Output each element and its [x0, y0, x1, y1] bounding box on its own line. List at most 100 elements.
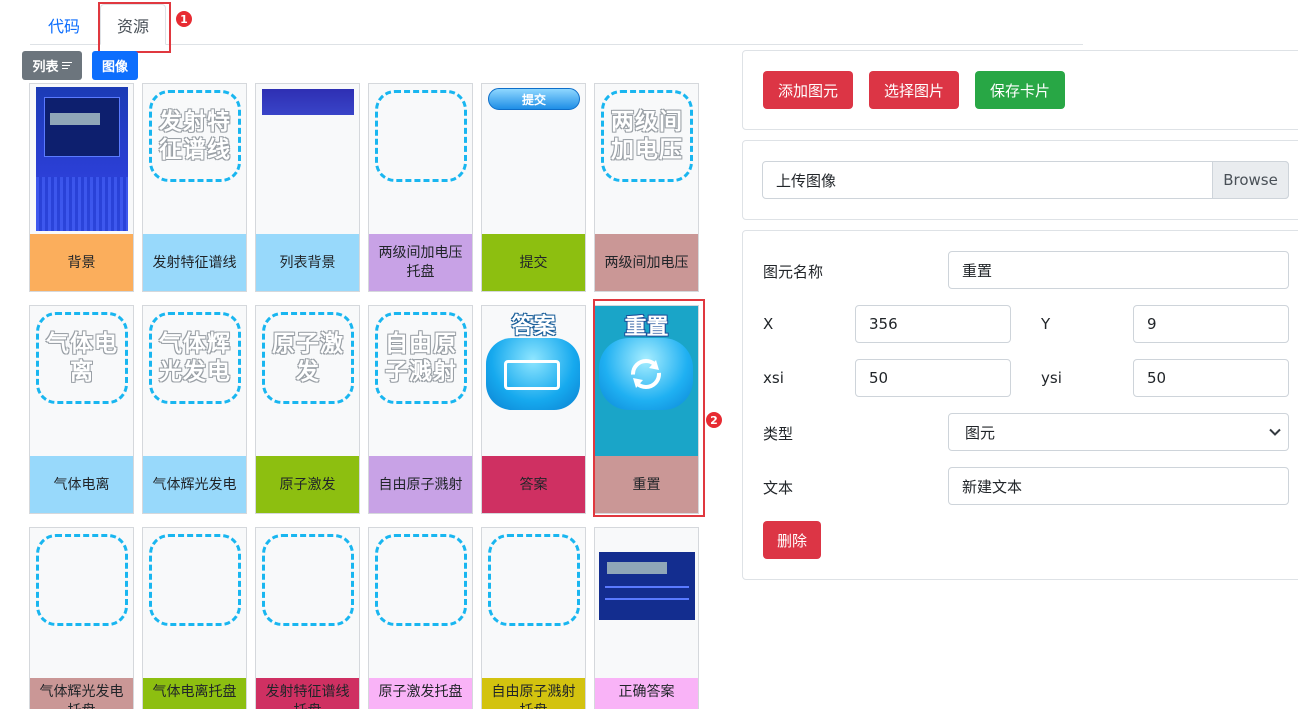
name-input[interactable]: 重置 [948, 251, 1289, 289]
card-thumbnail [482, 528, 585, 678]
card-thumbnail: 提交 [482, 84, 585, 234]
card-label: 气体辉光发电托盘 [30, 678, 133, 709]
text-label: 文本 [763, 479, 794, 497]
answer-book-icon [486, 338, 580, 410]
card-label: 背景 [30, 234, 133, 291]
card-label: 列表背景 [256, 234, 359, 291]
dashed-placeholder-icon [375, 534, 467, 626]
placeholder-text: 气体电离 [46, 331, 118, 385]
background-thumbnail [36, 87, 128, 231]
delete-button[interactable]: 删除 [763, 521, 821, 559]
resource-card[interactable]: 原子激发 原子激发 [255, 305, 360, 514]
card-thumbnail [256, 84, 359, 234]
card-thumbnail: 两级间加电压 [595, 84, 698, 234]
list-view-button[interactable]: 列表 [22, 51, 82, 80]
ysi-label: ysi [1041, 369, 1062, 387]
placeholder-text: 自由原子溅射 [385, 331, 457, 385]
card-label: 气体电离 [30, 456, 133, 513]
dashed-placeholder-icon: 气体辉光发电 [149, 312, 241, 404]
card-label: 正确答案 [595, 678, 698, 709]
upload-placeholder: 上传图像 [776, 171, 837, 190]
image-view-button[interactable]: 图像 [92, 51, 138, 80]
dashed-placeholder-icon [149, 534, 241, 626]
dashed-placeholder-icon: 两级间加电压 [601, 90, 693, 182]
resource-card[interactable]: 气体电离托盘 [142, 527, 247, 709]
highlight-box-card [593, 299, 705, 517]
type-label: 类型 [763, 425, 794, 443]
resource-card[interactable]: 发射特征谱线托盘 [255, 527, 360, 709]
save-card-button[interactable]: 保存卡片 [975, 71, 1065, 109]
card-label: 发射特征谱线 [143, 234, 246, 291]
xsi-input[interactable]: 50 [855, 359, 1011, 397]
dashed-placeholder-icon: 发射特征谱线 [149, 90, 241, 182]
x-label: X [763, 315, 774, 333]
resource-card[interactable]: 正确答案 [594, 527, 699, 709]
card-label: 气体辉光发电 [143, 456, 246, 513]
card-label: 提交 [482, 234, 585, 291]
resource-card[interactable]: 自由原子溅射托盘 [481, 527, 586, 709]
x-input[interactable]: 356 [855, 305, 1011, 343]
card-label: 发射特征谱线托盘 [256, 678, 359, 709]
xsi-label: xsi [763, 369, 784, 387]
placeholder-text: 发射特征谱线 [159, 109, 231, 163]
resource-card[interactable]: 列表背景 [255, 83, 360, 292]
editor-root: 代码 资源 1 列表 图像 背景 发射特征谱线 发射特征谱线 列表背景 两级间加电压托盘… [0, 0, 1298, 709]
add-element-button[interactable]: 添加图元 [763, 71, 853, 109]
resource-card[interactable]: 两级间加电压托盘 [368, 83, 473, 292]
text-input[interactable]: 新建文本 [948, 467, 1289, 505]
card-thumbnail [256, 528, 359, 678]
sort-lines-icon [61, 60, 72, 71]
placeholder-text: 原子激发 [272, 331, 344, 385]
resource-card[interactable]: 气体辉光发电 气体辉光发电 [142, 305, 247, 514]
type-select[interactable]: 图元 [948, 413, 1289, 451]
card-thumbnail: 答案 [482, 306, 585, 456]
resource-card[interactable]: 气体电离 气体电离 [29, 305, 134, 514]
dashed-placeholder-icon [262, 534, 354, 626]
card-label: 自由原子溅射 [369, 456, 472, 513]
card-thumbnail: 发射特征谱线 [143, 84, 246, 234]
tab-code[interactable]: 代码 [30, 4, 98, 45]
resource-card[interactable]: 原子激发托盘 [368, 527, 473, 709]
resource-card[interactable]: 背景 [29, 83, 134, 292]
y-input[interactable]: 9 [1133, 305, 1289, 343]
type-select-value: 图元 [965, 423, 996, 442]
card-label: 答案 [482, 456, 585, 513]
card-label: 原子激发 [256, 456, 359, 513]
card-thumbnail [369, 84, 472, 234]
card-thumbnail [143, 528, 246, 678]
card-label: 气体电离托盘 [143, 678, 246, 709]
ysi-input[interactable]: 50 [1133, 359, 1289, 397]
resource-card[interactable]: 气体辉光发电托盘 [29, 527, 134, 709]
upload-file-input[interactable]: 上传图像 [762, 161, 1289, 199]
list-background-thumbnail [262, 89, 354, 115]
dashed-placeholder-icon: 气体电离 [36, 312, 128, 404]
card-thumbnail: 气体电离 [30, 306, 133, 456]
list-view-label: 列表 [32, 60, 59, 75]
correct-answer-thumbnail [599, 552, 695, 620]
placeholder-text: 两级间加电压 [611, 109, 683, 163]
dashed-placeholder-icon: 自由原子溅射 [375, 312, 467, 404]
resource-card[interactable]: 提交 提交 [481, 83, 586, 292]
card-thumbnail [595, 528, 698, 678]
step-badge-1: 1 [175, 10, 193, 28]
dashed-placeholder-icon [36, 534, 128, 626]
placeholder-text: 气体辉光发电 [159, 331, 231, 385]
card-label: 自由原子溅射托盘 [482, 678, 585, 709]
y-label: Y [1041, 315, 1051, 333]
chevron-down-icon [1269, 428, 1281, 436]
card-label: 原子激发托盘 [369, 678, 472, 709]
card-label: 两级间加电压 [595, 234, 698, 291]
card-thumbnail: 自由原子溅射 [369, 306, 472, 456]
resource-card[interactable]: 自由原子溅射 自由原子溅射 [368, 305, 473, 514]
resource-card[interactable]: 答案 答案 [481, 305, 586, 514]
resource-card[interactable]: 两级间加电压 两级间加电压 [594, 83, 699, 292]
card-thumbnail: 原子激发 [256, 306, 359, 456]
card-thumbnail [369, 528, 472, 678]
select-image-button[interactable]: 选择图片 [869, 71, 959, 109]
resource-card[interactable]: 发射特征谱线 发射特征谱线 [142, 83, 247, 292]
highlight-box-tab [98, 2, 171, 53]
submit-button-thumbnail: 提交 [488, 88, 580, 110]
browse-button[interactable]: Browse [1212, 161, 1289, 199]
name-label: 图元名称 [763, 263, 824, 281]
dashed-placeholder-icon [375, 90, 467, 182]
